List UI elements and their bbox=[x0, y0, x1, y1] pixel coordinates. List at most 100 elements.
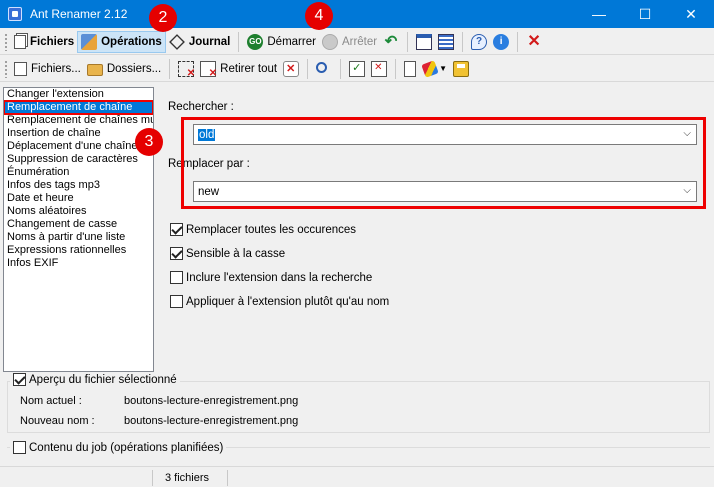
option-case-sensitive[interactable]: Sensible à la casse bbox=[170, 247, 285, 260]
job-title: Contenu du job (opérations planifiées) bbox=[29, 441, 224, 454]
operations-list[interactable]: Changer l'extension Remplacement de chaîn… bbox=[3, 87, 154, 372]
operation-list-item[interactable]: Insertion de chaîne bbox=[4, 127, 153, 140]
window-icon bbox=[416, 33, 433, 50]
annotation-badge-4: 4 bbox=[305, 2, 333, 30]
add-folders-label: Dossiers... bbox=[106, 62, 162, 75]
search-button[interactable] bbox=[313, 58, 335, 80]
new-name-label: Nouveau nom : bbox=[20, 415, 95, 427]
operation-list-item[interactable]: Remplacement de chaîne bbox=[4, 100, 153, 115]
arreter-label: Arrêter bbox=[341, 35, 378, 48]
preview-checkbox[interactable] bbox=[13, 373, 26, 386]
check-all-button[interactable] bbox=[346, 58, 368, 80]
close-window-button[interactable]: ✕ bbox=[668, 0, 714, 28]
operation-list-item[interactable]: Infos des tags mp3 bbox=[4, 179, 153, 192]
preview-group bbox=[7, 381, 710, 433]
toolbar-separator bbox=[169, 58, 171, 79]
journal-tab-button[interactable]: Journal bbox=[166, 31, 234, 53]
remove-selection-icon bbox=[178, 60, 195, 79]
option-replace-all[interactable]: Remplacer toutes les occurences bbox=[170, 223, 356, 236]
operations-tab-button[interactable]: Opérations bbox=[77, 30, 166, 53]
toolbar-separator bbox=[517, 31, 519, 52]
remove-all-icon bbox=[200, 60, 217, 79]
operations-tab-label: Opérations bbox=[101, 35, 162, 48]
quit-button[interactable]: ✕ bbox=[523, 31, 545, 53]
option-include-extension[interactable]: Inclure l'extension dans la recherche bbox=[170, 271, 372, 284]
operation-list-item[interactable]: Suppression de caractères bbox=[4, 153, 153, 166]
remove-all-button[interactable]: Retirer tout bbox=[197, 58, 280, 80]
remove-all-label: Retirer tout bbox=[220, 62, 278, 75]
operation-list-item[interactable]: Remplacement de chaînes mul bbox=[4, 114, 153, 127]
remove-selected-button[interactable] bbox=[175, 58, 197, 80]
checkbox[interactable] bbox=[170, 295, 183, 308]
window-controls: — ☐ ✕ bbox=[576, 0, 714, 28]
about-button[interactable]: i bbox=[490, 31, 512, 53]
files-toolbar: Fichiers... Dossiers... Retirer tout ▼ bbox=[0, 56, 714, 82]
operation-list-item[interactable]: Noms à partir d'une liste bbox=[4, 231, 153, 244]
operation-list-item[interactable]: Noms aléatoires bbox=[4, 205, 153, 218]
add-folders-button[interactable]: Dossiers... bbox=[84, 58, 164, 80]
demarrer-label: Démarrer bbox=[267, 35, 316, 48]
uncheck-all-button[interactable] bbox=[368, 58, 390, 80]
status-bar: 3 fichiers bbox=[0, 466, 714, 487]
toolbar-grip[interactable] bbox=[4, 59, 8, 78]
job-group-title[interactable]: Contenu du job (opérations planifiées) bbox=[10, 441, 227, 454]
preview-group-title[interactable]: Aperçu du fichier sélectionné bbox=[10, 373, 180, 386]
checkbox[interactable] bbox=[170, 223, 183, 236]
operation-list-item[interactable]: Infos EXIF bbox=[4, 257, 153, 270]
minimize-button[interactable]: — bbox=[576, 0, 622, 28]
operation-list-item[interactable]: Changer l'extension bbox=[4, 88, 153, 101]
preview-title: Aperçu du fichier sélectionné bbox=[29, 373, 177, 386]
toolbar-grip[interactable] bbox=[4, 32, 8, 51]
checkbox[interactable] bbox=[170, 247, 183, 260]
grid-view-button[interactable] bbox=[435, 31, 457, 53]
add-files-button[interactable]: Fichiers... bbox=[11, 58, 84, 80]
operation-list-item[interactable]: Déplacement d'une chaîne bbox=[4, 140, 153, 153]
help-button[interactable]: ? bbox=[468, 31, 490, 53]
undo-icon: ↶ bbox=[384, 32, 398, 50]
grid-icon bbox=[438, 33, 455, 50]
toolbar-separator bbox=[395, 58, 397, 79]
maximize-button[interactable]: ☐ bbox=[622, 0, 668, 28]
remove-missing-button[interactable] bbox=[280, 58, 302, 80]
undo-button[interactable]: ↶ bbox=[380, 31, 402, 53]
tools-dropdown-button[interactable]: ▼ bbox=[419, 58, 450, 80]
option-label: Inclure l'extension dans la recherche bbox=[186, 271, 373, 284]
stop-icon bbox=[321, 33, 338, 50]
journal-tab-label: Journal bbox=[188, 35, 231, 48]
journal-icon bbox=[168, 33, 185, 50]
save-button[interactable] bbox=[450, 58, 472, 80]
files-icon bbox=[14, 34, 26, 49]
add-files-label: Fichiers... bbox=[31, 62, 81, 75]
toolbar-separator bbox=[462, 31, 464, 52]
status-file-count: 3 fichiers bbox=[152, 470, 227, 486]
option-label: Appliquer à l'extension plutôt qu'au nom bbox=[186, 295, 390, 308]
new-name-value: boutons-lecture-enregistrement.png bbox=[124, 415, 299, 427]
window-title: Ant Renamer 2.12 bbox=[30, 7, 128, 21]
operation-list-item[interactable]: Expressions rationnelles bbox=[4, 244, 153, 257]
chevron-down-icon: ▼ bbox=[439, 64, 447, 73]
fichiers-tab-button[interactable]: Fichiers bbox=[11, 31, 77, 53]
option-label: Sensible à la casse bbox=[186, 247, 286, 260]
add-files-icon bbox=[14, 61, 27, 76]
demarrer-button[interactable]: GO Démarrer bbox=[244, 31, 319, 53]
fichiers-tab-label: Fichiers bbox=[30, 35, 75, 48]
folder-icon bbox=[86, 63, 103, 76]
main-toolbar: Fichiers Opérations Journal GO Démarrer … bbox=[0, 29, 714, 55]
operation-list-item[interactable]: Date et heure bbox=[4, 192, 153, 205]
operation-list-item[interactable]: Énumération bbox=[4, 166, 153, 179]
brush-icon bbox=[421, 59, 439, 78]
window-view-button[interactable] bbox=[413, 31, 435, 53]
job-checkbox[interactable] bbox=[13, 441, 26, 454]
info-icon: i bbox=[493, 33, 510, 50]
check-all-icon bbox=[349, 60, 366, 77]
uncheck-all-icon bbox=[371, 60, 388, 77]
arreter-button[interactable]: Arrêter bbox=[319, 31, 380, 53]
toolbar-separator bbox=[238, 31, 240, 52]
option-apply-extension[interactable]: Appliquer à l'extension plutôt qu'au nom bbox=[170, 295, 389, 308]
remove-missing-icon bbox=[283, 60, 300, 77]
checkbox[interactable] bbox=[170, 271, 183, 284]
operation-list-item[interactable]: Changement de casse bbox=[4, 218, 153, 231]
document-button[interactable] bbox=[401, 58, 419, 80]
operations-icon bbox=[81, 33, 98, 50]
toolbar-separator bbox=[340, 58, 342, 79]
